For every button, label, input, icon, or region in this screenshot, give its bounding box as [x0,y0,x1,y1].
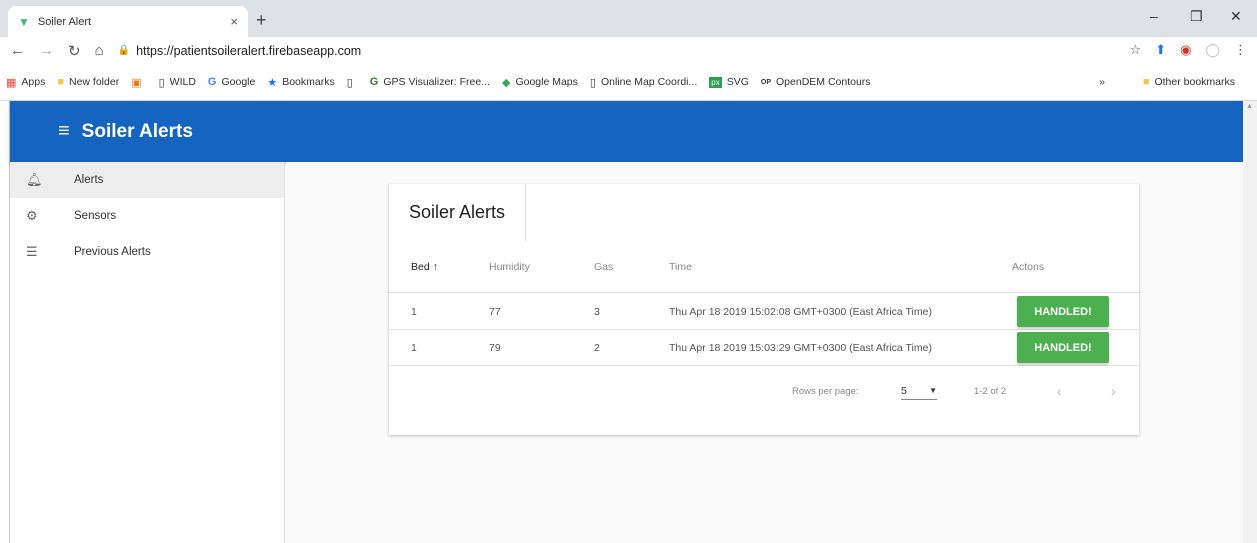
vue-favicon-icon: ▼ [18,14,30,29]
window-edge [0,101,10,543]
list-icon: ☰ [26,244,38,259]
column-header-bed[interactable]: Bed ↑ [411,241,438,292]
column-header-actions: Actons [1012,260,1045,273]
bookmarks-bar: ▦ Apps ■ New folder ▣ ▯ WILD G Google ★ Bookm… [0,64,1257,101]
table-row: 1 79 2 Thu Apr 18 2019 15:03:29 GMT+0300… [389,330,1139,366]
sort-ascending-icon: ↑ [432,260,438,273]
bookmark-wild[interactable]: ▯ WILD [159,76,196,89]
bookmark-apps[interactable]: ▦ Apps [6,76,45,89]
gps-icon: G [369,76,379,88]
maximize-icon[interactable]: ❐ [1190,8,1203,25]
cell-gas: 3 [594,305,600,318]
address-bar[interactable]: https://patientsoileralert.firebaseapp.c… [136,44,361,58]
handled-button[interactable]: HANDLED! [1017,296,1109,327]
bookmark-google[interactable]: G Google [208,76,255,88]
browser-toolbar: ← → ↻ ⌂ 🔒 https://patientsoileralert.fir… [0,37,1257,64]
bookmark-orange-icon: ▣ [131,76,142,89]
app-title: Soiler Alerts [81,120,193,142]
bell-icon: 🔔︎ [26,172,43,187]
bookmark-orange[interactable]: ▣ [131,76,146,89]
column-header-gas[interactable]: Gas [594,241,613,292]
folder-icon: ■ [57,76,64,88]
handled-button[interactable]: HANDLED! [1017,332,1109,363]
sidebar-item-previous-alerts[interactable]: ☰ Previous Alerts [10,234,284,270]
column-header-time[interactable]: Time [669,241,692,292]
page-icon: ▯ [158,76,165,89]
cell-humidity: 77 [489,305,501,318]
cell-humidity: 79 [489,341,501,354]
new-tab-button[interactable]: + [256,10,267,31]
extension-icon[interactable]: ⬆ [1155,42,1166,58]
star-icon: ★ [267,76,278,89]
bookmark-gps[interactable]: G GPS Visualizer: Free... [370,76,490,88]
cell-time: Thu Apr 18 2019 15:02:08 GMT+0300 (East … [669,305,932,318]
maps-icon: ◆ [501,76,511,89]
browser-tab[interactable]: ▼ Soiler Alert × [8,6,248,37]
page-scrollbar[interactable]: ▲ [1243,101,1257,543]
home-icon[interactable]: ⌂ [95,42,104,59]
window-close-icon[interactable]: ✕ [1230,8,1242,25]
bookmark-new-folder[interactable]: ■ New folder [57,76,119,88]
sidebar-item-label: Sensors [74,210,117,222]
google-icon: G [207,76,217,88]
cell-bed: 1 [411,341,417,354]
tab-strip: ▼ Soiler Alert × + – ❐ ✕ [0,0,1257,37]
sidebar-item-label: Previous Alerts [74,246,151,258]
sidebar-item-sensors[interactable]: ⚙ Sensors [10,198,284,234]
prev-page-button[interactable]: ‹ [1057,366,1062,416]
rows-per-page-label: Rows per page: [792,385,859,397]
page-icon: ▯ [589,76,596,89]
lock-icon: 🔒 [117,45,131,56]
table-row: 1 77 3 Thu Apr 18 2019 15:02:08 GMT+0300… [389,294,1139,330]
cell-bed: 1 [411,305,417,318]
bookmark-page[interactable]: ▯ [347,76,358,89]
card-title: Soiler Alerts [389,184,527,241]
bookmark-opendem[interactable]: OP OpenDEM Contours [761,76,871,88]
bookmark-online-map[interactable]: ▯ Online Map Coordi... [590,76,697,89]
app-bar: ≡ Soiler Alerts [10,101,1243,162]
bookmark-google-maps[interactable]: ◆ Google Maps [502,76,578,89]
sidebar-item-alerts[interactable]: 🔔︎ Alerts [10,162,284,198]
sidebar: 🔔︎ Alerts ⚙ Sensors ☰ Previous Alerts [10,162,285,543]
page-icon: ▯ [346,76,353,89]
bookmark-bookmarks[interactable]: ★ Bookmarks [267,76,334,89]
tab-close-icon[interactable]: × [230,14,238,29]
cell-time: Thu Apr 18 2019 15:03:29 GMT+0300 (East … [669,341,932,354]
opendem-icon: OP [760,78,772,86]
px-icon: px [709,76,722,88]
bookmark-star-icon[interactable]: ☆ [1130,42,1142,58]
minimize-icon[interactable]: – [1150,8,1158,24]
reload-icon[interactable]: ↻ [68,42,81,60]
other-bookmarks[interactable]: ■ Other bookmarks [1143,76,1235,88]
folder-icon: ■ [1142,76,1150,88]
next-page-button[interactable]: › [1111,366,1116,416]
pagination-range: 1-2 of 2 [974,385,1007,397]
rows-per-page-select[interactable]: 5 ▼ [901,382,937,400]
browser-menu-icon[interactable]: ⋮ [1234,42,1247,58]
rows-per-page-value: 5 [901,384,907,397]
column-header-humidity[interactable]: Humidity [489,241,530,292]
bookmark-svg[interactable]: px SVG [709,76,749,88]
gear-icon: ⚙ [26,208,38,223]
extension-2-icon[interactable]: ◉ [1180,42,1191,58]
main-content: Soiler Alerts Bed ↑ Humidity Gas Time Ac… [286,162,1243,543]
dropdown-arrow-icon: ▼ [929,386,937,395]
back-icon[interactable]: ← [10,42,25,59]
scroll-up-icon[interactable]: ▲ [1246,103,1253,110]
apps-grid-icon: ▦ [6,76,17,89]
tab-title: Soiler Alert [37,15,92,28]
cell-gas: 2 [594,341,600,354]
alerts-card: Soiler Alerts Bed ↑ Humidity Gas Time Ac… [389,184,1139,435]
table-footer: Rows per page: 5 ▼ 1-2 of 2 ‹ › [389,366,1139,416]
hamburger-menu-icon[interactable]: ≡ [58,120,70,143]
profile-icon[interactable]: ◯ [1205,42,1220,58]
browser-chrome: ▼ Soiler Alert × + – ❐ ✕ ← → ↻ ⌂ 🔒 https… [0,0,1257,101]
table-header: Bed ↑ Humidity Gas Time Actons [389,241,1139,293]
bookmarks-overflow-button[interactable]: » [1099,76,1105,88]
sidebar-item-label: Alerts [74,174,104,186]
forward-icon[interactable]: → [39,42,54,59]
